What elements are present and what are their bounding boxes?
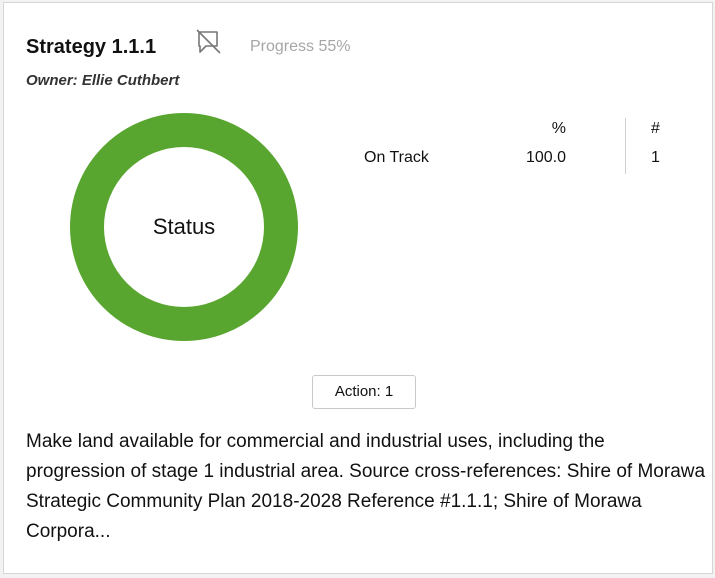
strategy-description: Make land available for commercial and i… [26,431,706,542]
status-stats-table: % # On Track 100.0 1 [359,118,669,174]
column-divider [625,118,626,174]
percent-column-header: % [551,120,566,137]
action-count-button[interactable]: Action: 1 [312,375,416,409]
strategy-card: Strategy 1.1.1 Progress 55% Owner: Ellie… [3,2,713,574]
strategy-title: Strategy 1.1.1 [26,36,157,58]
donut-center-label: Status [152,214,216,239]
owner-text: Owner: Ellie Cuthbert [26,72,180,89]
progress-text: Progress 55% [250,38,351,55]
table-row-count: 1 [651,149,660,166]
table-row-percent: 100.0 [525,149,566,166]
table-row-label: On Track [364,149,429,166]
comment-off-icon[interactable] [193,29,223,55]
count-column-header: # [651,120,660,137]
